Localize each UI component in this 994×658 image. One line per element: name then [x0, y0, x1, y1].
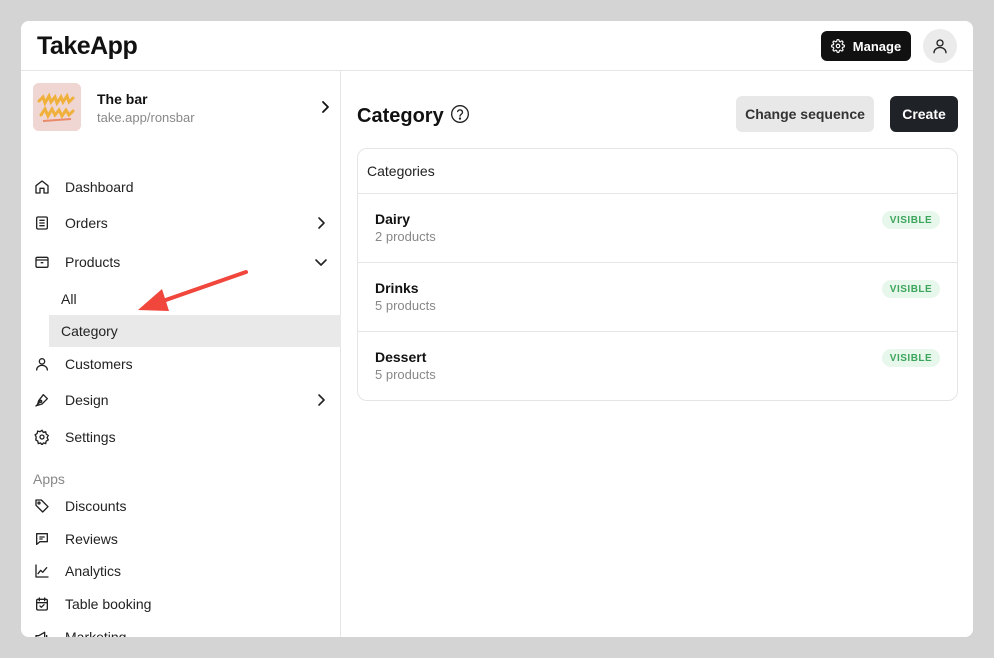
- app-window: TakeApp Manage The bar take.app/ronsbar …: [21, 21, 973, 637]
- sidebar-item-dashboard[interactable]: Dashboard: [21, 171, 341, 203]
- user-icon: [933, 39, 947, 54]
- megaphone-icon: [34, 629, 50, 637]
- line-chart-icon: [34, 563, 50, 579]
- orders-list-icon: [34, 215, 50, 231]
- sidebar-item-label: Reviews: [65, 531, 118, 547]
- sidebar-item-reviews[interactable]: Reviews: [21, 523, 341, 555]
- category-name: Dessert: [375, 349, 427, 365]
- sidebar-item-customers[interactable]: Customers: [21, 348, 341, 380]
- category-row-dairy[interactable]: Dairy 2 products VISIBLE: [358, 194, 957, 263]
- sidebar-item-products[interactable]: Products: [21, 246, 341, 278]
- sidebar-subitem-category[interactable]: Category: [49, 315, 341, 347]
- calendar-check-icon: [34, 596, 50, 612]
- manage-button-label: Manage: [852, 38, 902, 54]
- status-badge: VISIBLE: [882, 349, 940, 367]
- sidebar-item-label: Settings: [65, 429, 116, 445]
- help-circle-icon[interactable]: [450, 104, 470, 124]
- create-button[interactable]: Create: [890, 96, 958, 132]
- sidebar-item-label: Design: [65, 392, 109, 408]
- sidebar-item-discounts[interactable]: Discounts: [21, 490, 341, 522]
- sidebar-item-label: Analytics: [65, 563, 122, 579]
- box-icon: [34, 254, 50, 270]
- sidebar-item-label: Table booking: [65, 596, 152, 612]
- change-sequence-button[interactable]: Change sequence: [736, 96, 874, 132]
- store-url: take.app/ronsbar: [97, 110, 195, 125]
- app-logo[interactable]: TakeApp: [37, 32, 138, 61]
- chevron-right-icon: [318, 394, 325, 406]
- category-name: Dairy: [375, 211, 411, 227]
- tag-icon: [34, 498, 50, 514]
- category-row-drinks[interactable]: Drinks 5 products VISIBLE: [358, 263, 957, 332]
- chevron-down-icon: [315, 259, 327, 266]
- category-name: Drinks: [375, 280, 419, 296]
- user-icon: [34, 356, 50, 372]
- apps-section-label: Apps: [33, 471, 65, 487]
- manage-button[interactable]: Manage: [821, 31, 911, 61]
- sidebar-item-label: Category: [61, 323, 118, 339]
- sidebar-item-orders[interactable]: Orders: [21, 207, 341, 239]
- top-bar: TakeApp Manage: [21, 21, 973, 71]
- chevron-right-icon: [318, 217, 325, 229]
- sidebar-item-label: Discounts: [65, 498, 127, 514]
- store-switcher[interactable]: The bar take.app/ronsbar: [33, 83, 333, 131]
- chevron-right-icon: [322, 101, 329, 113]
- card-title: Categories: [367, 163, 435, 179]
- status-badge: VISIBLE: [882, 280, 940, 298]
- sidebar-item-table-booking[interactable]: Table booking: [21, 588, 341, 620]
- pen-nib-icon: [34, 392, 50, 408]
- categories-card-header: Categories: [358, 149, 957, 194]
- gear-icon: [34, 429, 50, 445]
- sidebar-item-design[interactable]: Design: [21, 384, 341, 416]
- status-badge: VISIBLE: [882, 211, 940, 229]
- sidebar-item-settings[interactable]: Settings: [21, 421, 341, 453]
- sidebar-subitem-all[interactable]: All: [49, 283, 341, 315]
- category-product-count: 5 products: [375, 367, 436, 382]
- sidebar-item-label: Dashboard: [65, 179, 134, 195]
- sidebar: The bar take.app/ronsbar Dashboard Order…: [21, 71, 341, 637]
- sidebar-item-analytics[interactable]: Analytics: [21, 555, 341, 587]
- categories-card: Categories Dairy 2 products VISIBLE Drin…: [357, 148, 958, 401]
- page-title: Category: [357, 105, 444, 127]
- store-name: The bar: [97, 91, 148, 107]
- sidebar-item-label: Products: [65, 254, 121, 270]
- category-row-dessert[interactable]: Dessert 5 products VISIBLE: [358, 332, 957, 400]
- home-icon: [34, 179, 50, 195]
- sidebar-item-label: Orders: [65, 215, 108, 231]
- sidebar-item-label: Marketing: [65, 629, 127, 637]
- sidebar-item-label: All: [61, 291, 77, 307]
- category-product-count: 5 products: [375, 298, 436, 313]
- category-product-count: 2 products: [375, 229, 436, 244]
- gear-icon: [830, 39, 845, 53]
- sidebar-item-label: Customers: [65, 356, 133, 372]
- message-icon: [34, 531, 50, 547]
- store-logo: [33, 83, 81, 131]
- sidebar-item-marketing[interactable]: Marketing: [21, 621, 341, 637]
- main-content: Category Change sequence Create Categori…: [342, 71, 973, 637]
- user-avatar[interactable]: [923, 29, 957, 63]
